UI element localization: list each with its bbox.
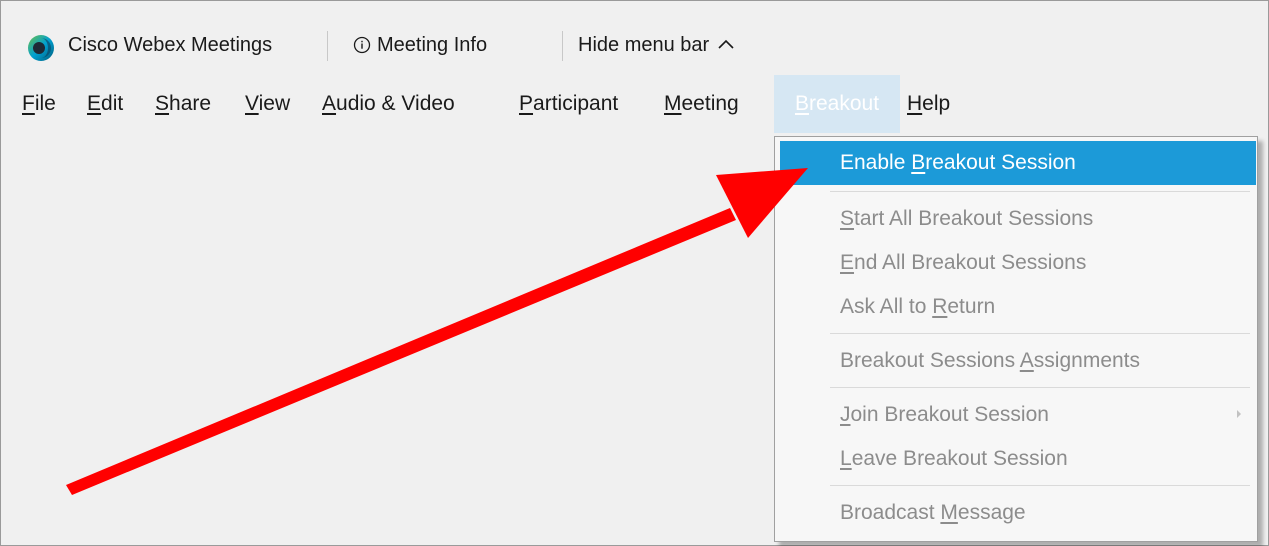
menu-share-mnemonic: S bbox=[155, 92, 170, 115]
menu-audio-video[interactable]: Audio & Video bbox=[322, 75, 455, 133]
menu-view[interactable]: View bbox=[245, 75, 290, 133]
menu-bar: File Edit Share View Audio & Video Parti… bbox=[1, 75, 1268, 133]
breakout-sessions-assignments-item[interactable]: Breakout Sessions Assignments bbox=[780, 339, 1256, 383]
webex-window: Cisco Webex Meetings Meeting Info Hide m… bbox=[0, 0, 1269, 546]
menu-separator bbox=[830, 387, 1250, 388]
menu-help-mnemonic: H bbox=[907, 92, 923, 115]
meeting-info-button[interactable]: Meeting Info bbox=[353, 17, 487, 73]
chevron-up-icon bbox=[718, 39, 734, 49]
item-text: eturn bbox=[947, 295, 996, 318]
menu-help-label: elp bbox=[922, 92, 951, 115]
end-all-breakout-sessions-item[interactable]: End All Breakout Sessions bbox=[780, 241, 1256, 285]
item-mnemonic: J bbox=[840, 403, 851, 426]
menu-edit[interactable]: Edit bbox=[87, 75, 123, 133]
item-text: nd All Breakout Sessions bbox=[854, 251, 1087, 274]
menu-edit-mnemonic: E bbox=[87, 92, 102, 115]
menu-meeting[interactable]: Meeting bbox=[664, 75, 739, 133]
menu-file-mnemonic: F bbox=[22, 92, 35, 115]
item-text: Enable bbox=[840, 151, 912, 174]
item-text: oin Breakout Session bbox=[850, 403, 1049, 426]
menu-file[interactable]: File bbox=[22, 75, 56, 133]
ask-all-to-return-item[interactable]: Ask All to Return bbox=[780, 285, 1256, 329]
menu-breakout-label: reakout bbox=[808, 92, 880, 115]
menu-separator bbox=[830, 485, 1250, 486]
menu-participant[interactable]: Participant bbox=[519, 75, 618, 133]
item-text: Broadcast bbox=[840, 501, 941, 524]
menu-view-label: iew bbox=[258, 92, 291, 115]
item-text: Breakout Sessions bbox=[840, 349, 1020, 372]
webex-logo-icon bbox=[28, 35, 54, 61]
menu-meeting-mnemonic: M bbox=[664, 92, 682, 115]
item-mnemonic: M bbox=[940, 501, 958, 524]
item-text: tart All Breakout Sessions bbox=[854, 207, 1094, 230]
menu-breakout-mnemonic: B bbox=[794, 92, 809, 115]
divider bbox=[327, 31, 328, 61]
broadcast-message-item[interactable]: Broadcast Message bbox=[780, 491, 1256, 535]
menu-separator bbox=[830, 333, 1250, 334]
item-mnemonic: A bbox=[1019, 349, 1034, 372]
chevron-right-icon bbox=[1237, 410, 1241, 418]
enable-breakout-session-item[interactable]: Enable Breakout Session bbox=[780, 141, 1256, 185]
item-text: Ask All to bbox=[840, 295, 933, 318]
meeting-info-label: Meeting Info bbox=[377, 33, 488, 56]
item-text: essage bbox=[957, 501, 1026, 524]
item-mnemonic: S bbox=[840, 207, 855, 230]
menu-separator bbox=[830, 191, 1250, 192]
menu-breakout[interactable]: Breakout bbox=[774, 75, 900, 133]
menu-audio-video-label: udio & Video bbox=[336, 92, 455, 115]
menu-view-mnemonic: V bbox=[245, 92, 259, 115]
leave-breakout-session-item[interactable]: Leave Breakout Session bbox=[780, 437, 1256, 481]
item-mnemonic: B bbox=[911, 151, 926, 174]
start-all-breakout-sessions-item[interactable]: Start All Breakout Sessions bbox=[780, 197, 1256, 241]
hide-menu-bar-button[interactable]: Hide menu bar bbox=[578, 17, 735, 73]
item-mnemonic: R bbox=[932, 295, 948, 318]
divider bbox=[562, 31, 563, 61]
item-text: ssignments bbox=[1033, 349, 1141, 372]
menu-meeting-label: eeting bbox=[681, 92, 739, 115]
item-text: eave Breakout Session bbox=[851, 447, 1068, 470]
join-breakout-session-item[interactable]: Join Breakout Session bbox=[780, 393, 1256, 437]
menu-share[interactable]: Share bbox=[155, 75, 211, 133]
title-bar: Cisco Webex Meetings Meeting Info Hide m… bbox=[1, 17, 1268, 73]
hide-menu-bar-label: Hide menu bar bbox=[578, 33, 710, 56]
menu-share-label: hare bbox=[169, 92, 212, 115]
menu-participant-label: articipant bbox=[533, 92, 619, 115]
info-circle-icon bbox=[353, 36, 371, 54]
menu-help[interactable]: Help bbox=[907, 75, 950, 133]
item-text: reakout Session bbox=[925, 151, 1076, 174]
menu-audio-video-mnemonic: A bbox=[322, 92, 337, 115]
menu-edit-label: dit bbox=[101, 92, 124, 115]
app-name: Cisco Webex Meetings bbox=[68, 34, 273, 56]
menu-file-label: ile bbox=[34, 92, 56, 115]
item-mnemonic: E bbox=[840, 251, 855, 274]
breakout-dropdown-menu: Enable Breakout Session Start All Breako… bbox=[774, 136, 1258, 542]
menu-participant-mnemonic: P bbox=[519, 92, 534, 115]
item-mnemonic: L bbox=[840, 447, 852, 470]
